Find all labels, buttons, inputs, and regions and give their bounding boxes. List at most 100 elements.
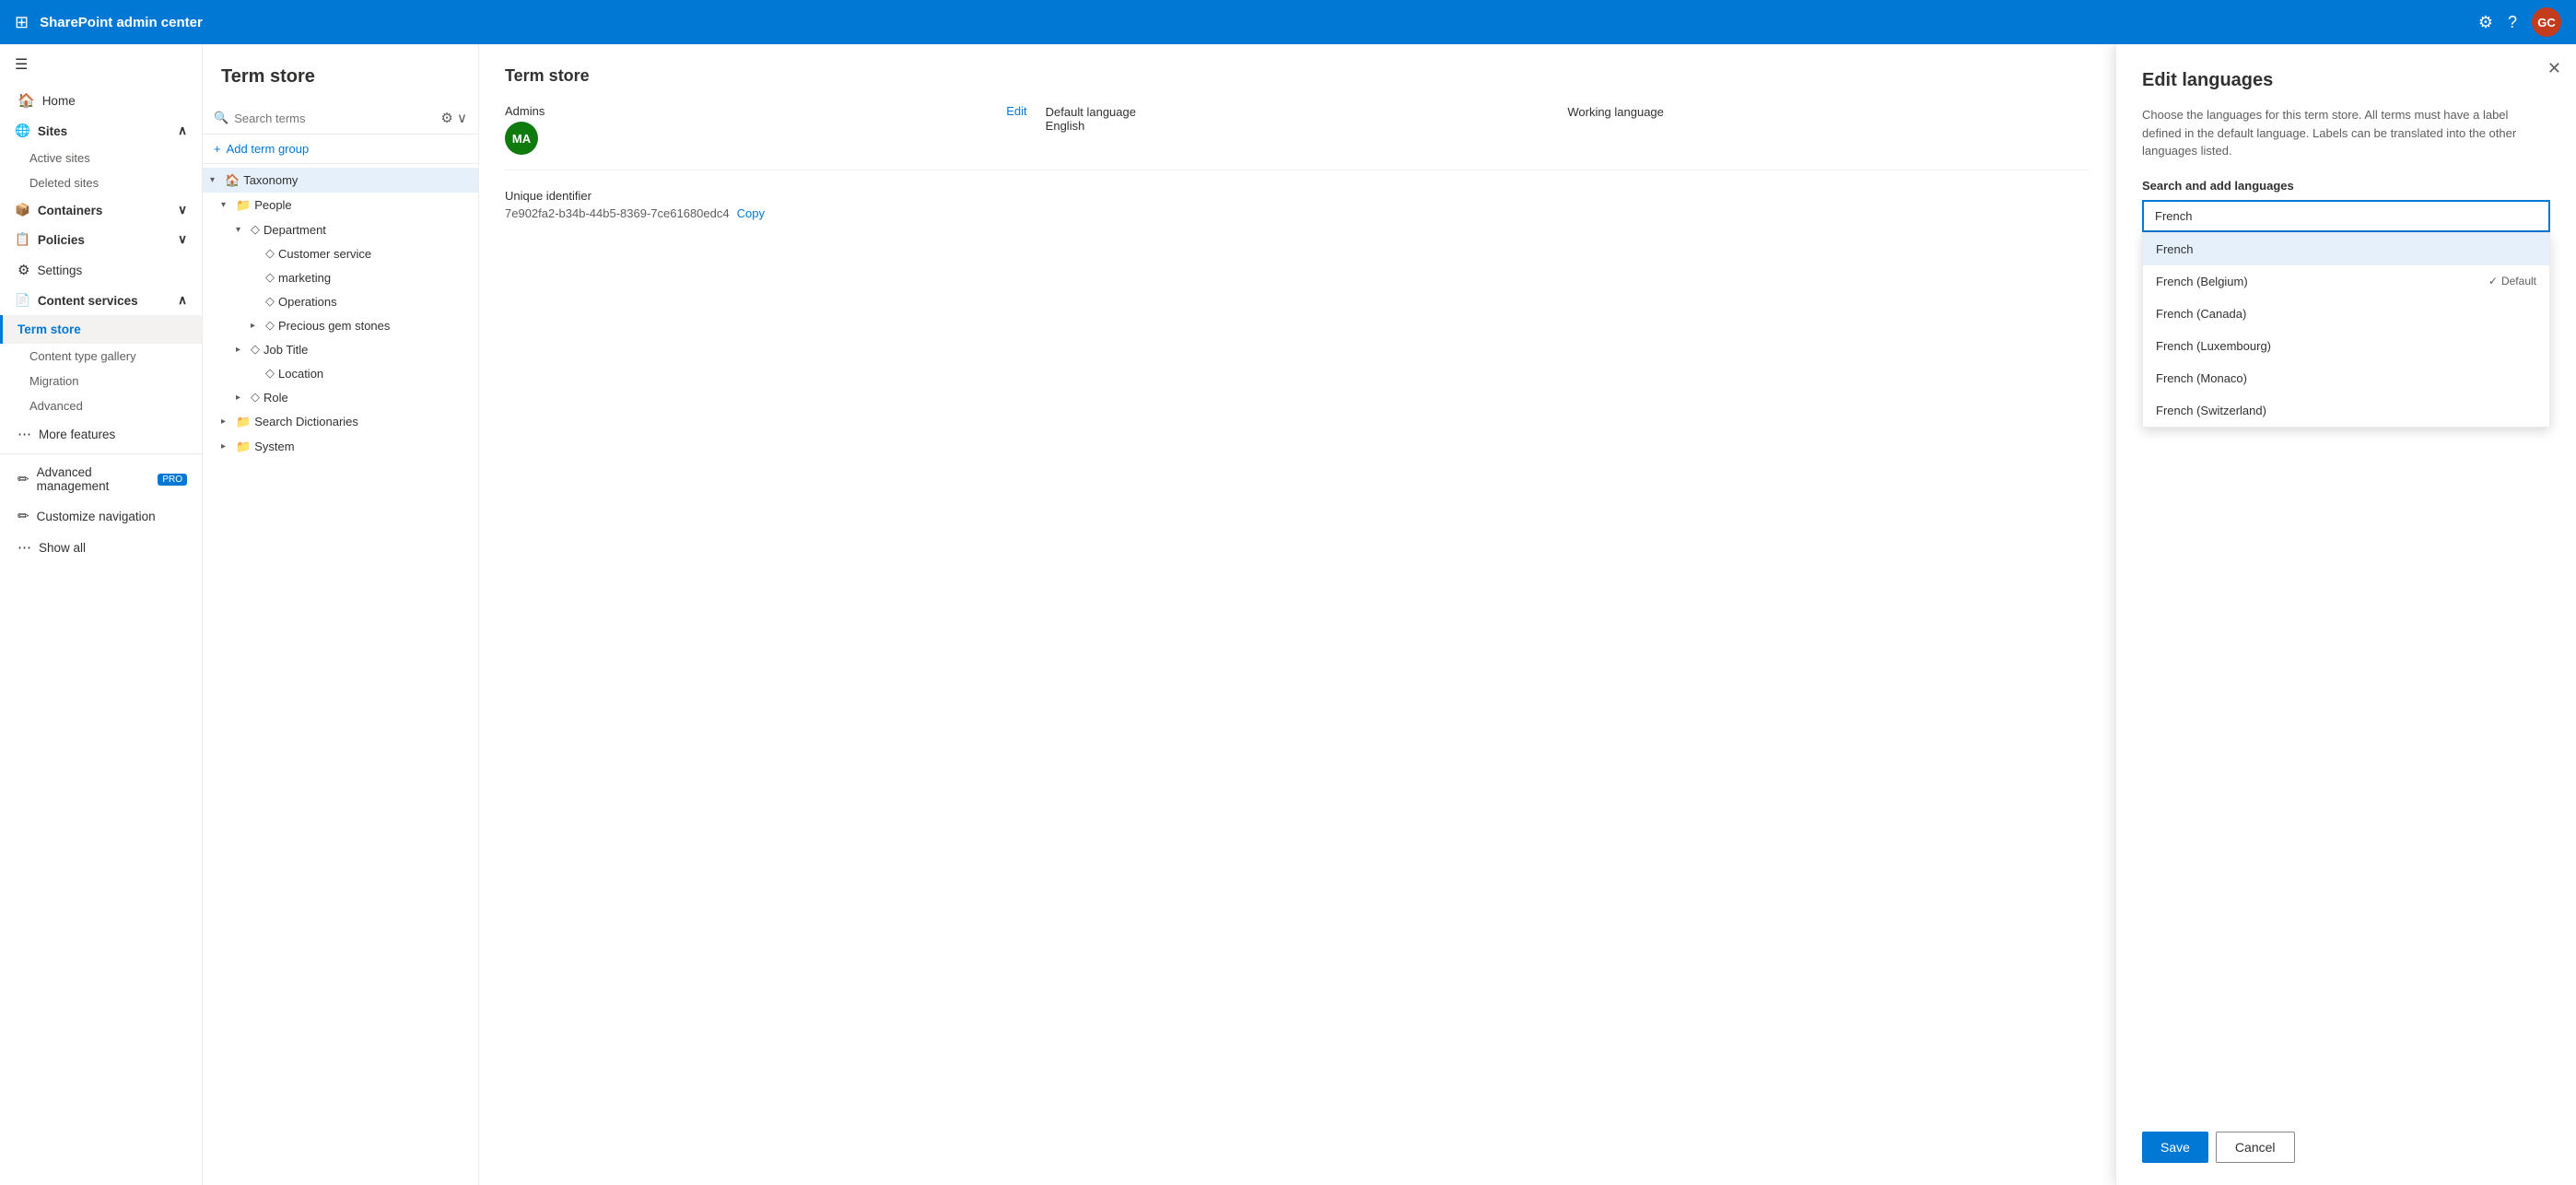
edit-panel-title: Edit languages (2142, 70, 2550, 91)
sidebar-item-settings[interactable]: ⚙ Settings (0, 254, 202, 286)
folder-icon: 📁 (236, 415, 251, 429)
tree-label: Customer service (278, 247, 471, 261)
folder-icon: 📁 (236, 198, 251, 213)
term-icon: ◇ (265, 246, 275, 261)
waffle-icon[interactable]: ⊞ (15, 13, 29, 32)
sidebar-item-content-services[interactable]: 📄 Content services ∧ (0, 286, 202, 315)
lang-option-french-switzerland[interactable]: French (Switzerland) (2143, 394, 2549, 427)
sidebar-item-migration[interactable]: Migration (0, 369, 202, 393)
uid-section: Unique identifier 7e902fa2-b34b-44b5-836… (505, 189, 2090, 220)
tree-label: Search Dictionaries (254, 415, 454, 428)
term-icon: ◇ (265, 294, 275, 309)
add-icon: + (214, 142, 221, 156)
term-icon: ◇ (265, 270, 275, 285)
detail-title: Term store (505, 66, 2090, 86)
term-icon: ◇ (251, 342, 260, 357)
tree-item-location[interactable]: ◇ Location (203, 361, 478, 385)
tree-item-job-title[interactable]: ▸ ◇ Job Title (203, 337, 478, 361)
gear-icon: ⚙ (18, 262, 29, 278)
avatar[interactable]: GC (2532, 7, 2561, 37)
term-icon: ◇ (251, 222, 260, 237)
uid-label: Unique identifier (505, 189, 2090, 203)
search-languages-label: Search and add languages (2142, 179, 2550, 193)
admin-avatar: MA (505, 122, 538, 155)
language-search-container: French French (Belgium) ✓ Default French… (2142, 200, 2550, 232)
tree-item-customer-service[interactable]: ◇ Customer service (203, 241, 478, 265)
help-icon[interactable]: ? (2508, 13, 2517, 32)
tree-item-search-dictionaries[interactable]: ▸ 📁 Search Dictionaries ⋯ (203, 409, 478, 434)
admins-edit-link[interactable]: Edit (1006, 104, 1026, 118)
customize-nav-icon: ✏ (18, 508, 29, 524)
uid-value: 7e902fa2-b34b-44b5-8369-7ce61680edc4 (505, 206, 730, 220)
tree-label: Operations (278, 295, 471, 309)
search-icon: 🔍 (214, 111, 228, 125)
tree-label: Role (263, 391, 471, 405)
save-button[interactable]: Save (2142, 1132, 2208, 1163)
tree-container: ▾ 🏠 Taxonomy ⋯ ▾ 📁 People ⋯ ▾ ◇ Departme… (203, 164, 478, 1185)
tree-label: People (254, 198, 454, 212)
sidebar-item-active-sites[interactable]: Active sites (0, 146, 202, 170)
advanced-mgmt-icon: ✏ (18, 471, 29, 487)
tree-label: marketing (278, 271, 471, 285)
chevron-down-icon: ∨ (178, 203, 187, 217)
sidebar-item-policies[interactable]: 📋 Policies ∨ (0, 225, 202, 254)
chevron-down-icon-2: ∨ (178, 232, 187, 247)
divider (0, 453, 202, 454)
tree-item-system[interactable]: ▸ 📁 System ✕ (203, 434, 478, 459)
admins-row: Admins Edit MA Default language English … (505, 104, 2090, 170)
tree-item-marketing[interactable]: ◇ marketing (203, 265, 478, 289)
search-box: 🔍 (214, 111, 433, 125)
sidebar-item-show-all[interactable]: ⋯ Show all (0, 532, 202, 563)
cancel-button[interactable]: Cancel (2216, 1132, 2295, 1163)
sidebar-item-containers[interactable]: 📦 Containers ∨ (0, 195, 202, 225)
hamburger-button[interactable]: ☰ (0, 44, 202, 85)
sidebar-item-content-type-gallery[interactable]: Content type gallery (0, 344, 202, 369)
more-features-icon: ⋯ (18, 426, 31, 442)
chevron-down-icon: ▾ (236, 225, 247, 235)
default-language-value: English (1046, 119, 1568, 133)
home-icon: 🏠 (18, 92, 35, 109)
tree-item-precious-gem-stones[interactable]: ▸ ◇ Precious gem stones (203, 313, 478, 337)
lang-option-french-canada[interactable]: French (Canada) (2143, 298, 2549, 330)
close-button[interactable]: ✕ (2547, 59, 2561, 78)
sidebar-item-sites[interactable]: 🌐 Sites ∧ (0, 116, 202, 146)
term-store-toolbar: 🔍 ⚙ ∨ (203, 102, 478, 135)
chevron-up-icon: ∧ (178, 123, 187, 138)
chevron-right-icon: ▸ (251, 321, 262, 331)
tree-label: Job Title (263, 343, 471, 357)
sidebar-item-more-features[interactable]: ⋯ More features (0, 418, 202, 450)
tree-item-taxonomy[interactable]: ▾ 🏠 Taxonomy ⋯ (203, 168, 478, 193)
tree-item-role[interactable]: ▸ ◇ Role (203, 385, 478, 409)
lang-option-french-belgium[interactable]: French (Belgium) ✓ Default (2143, 265, 2549, 298)
search-input[interactable] (234, 111, 433, 125)
tree-label: Precious gem stones (278, 319, 471, 333)
edit-panel-description: Choose the languages for this term store… (2142, 106, 2550, 160)
tree-item-operations[interactable]: ◇ Operations (203, 289, 478, 313)
lang-option-french-luxembourg[interactable]: French (Luxembourg) (2143, 330, 2549, 362)
sidebar-item-customize-navigation[interactable]: ✏ Customize navigation (0, 500, 202, 532)
policies-icon: 📋 (15, 232, 30, 247)
containers-icon: 📦 (15, 203, 30, 217)
sidebar-item-advanced-management[interactable]: ✏ Advanced management PRO (0, 458, 202, 500)
main-content: Term store 🔍 ⚙ ∨ + Add term group ▾ 🏠 Ta… (203, 44, 2576, 1185)
sidebar-item-term-store[interactable]: Term store (0, 315, 202, 344)
filter-icon[interactable]: ⚙ ∨ (440, 110, 467, 126)
settings-icon[interactable]: ⚙ (2478, 13, 2493, 32)
sidebar-item-deleted-sites[interactable]: Deleted sites (0, 170, 202, 195)
language-search-input[interactable] (2142, 200, 2550, 232)
default-tag: ✓ Default (2488, 275, 2536, 287)
app-title: SharePoint admin center (40, 15, 2478, 30)
sidebar-item-home[interactable]: 🏠 Home (0, 85, 202, 116)
add-term-group-button[interactable]: + Add term group (203, 135, 478, 164)
admins-label: Admins (505, 104, 652, 118)
chevron-right-icon: ▸ (236, 345, 247, 355)
lang-option-french-monaco[interactable]: French (Monaco) (2143, 362, 2549, 394)
term-icon: ◇ (251, 390, 260, 405)
edit-panel-footer: Save Cancel (2142, 1113, 2550, 1163)
tree-item-department[interactable]: ▾ ◇ Department (203, 217, 478, 241)
uid-copy-button[interactable]: Copy (737, 206, 765, 220)
tree-item-people[interactable]: ▾ 📁 People ⋯ (203, 193, 478, 217)
sidebar-item-advanced[interactable]: Advanced (0, 393, 202, 418)
sidebar: ☰ 🏠 Home 🌐 Sites ∧ Active sites Deleted … (0, 44, 203, 1185)
lang-option-french[interactable]: French (2143, 233, 2549, 265)
